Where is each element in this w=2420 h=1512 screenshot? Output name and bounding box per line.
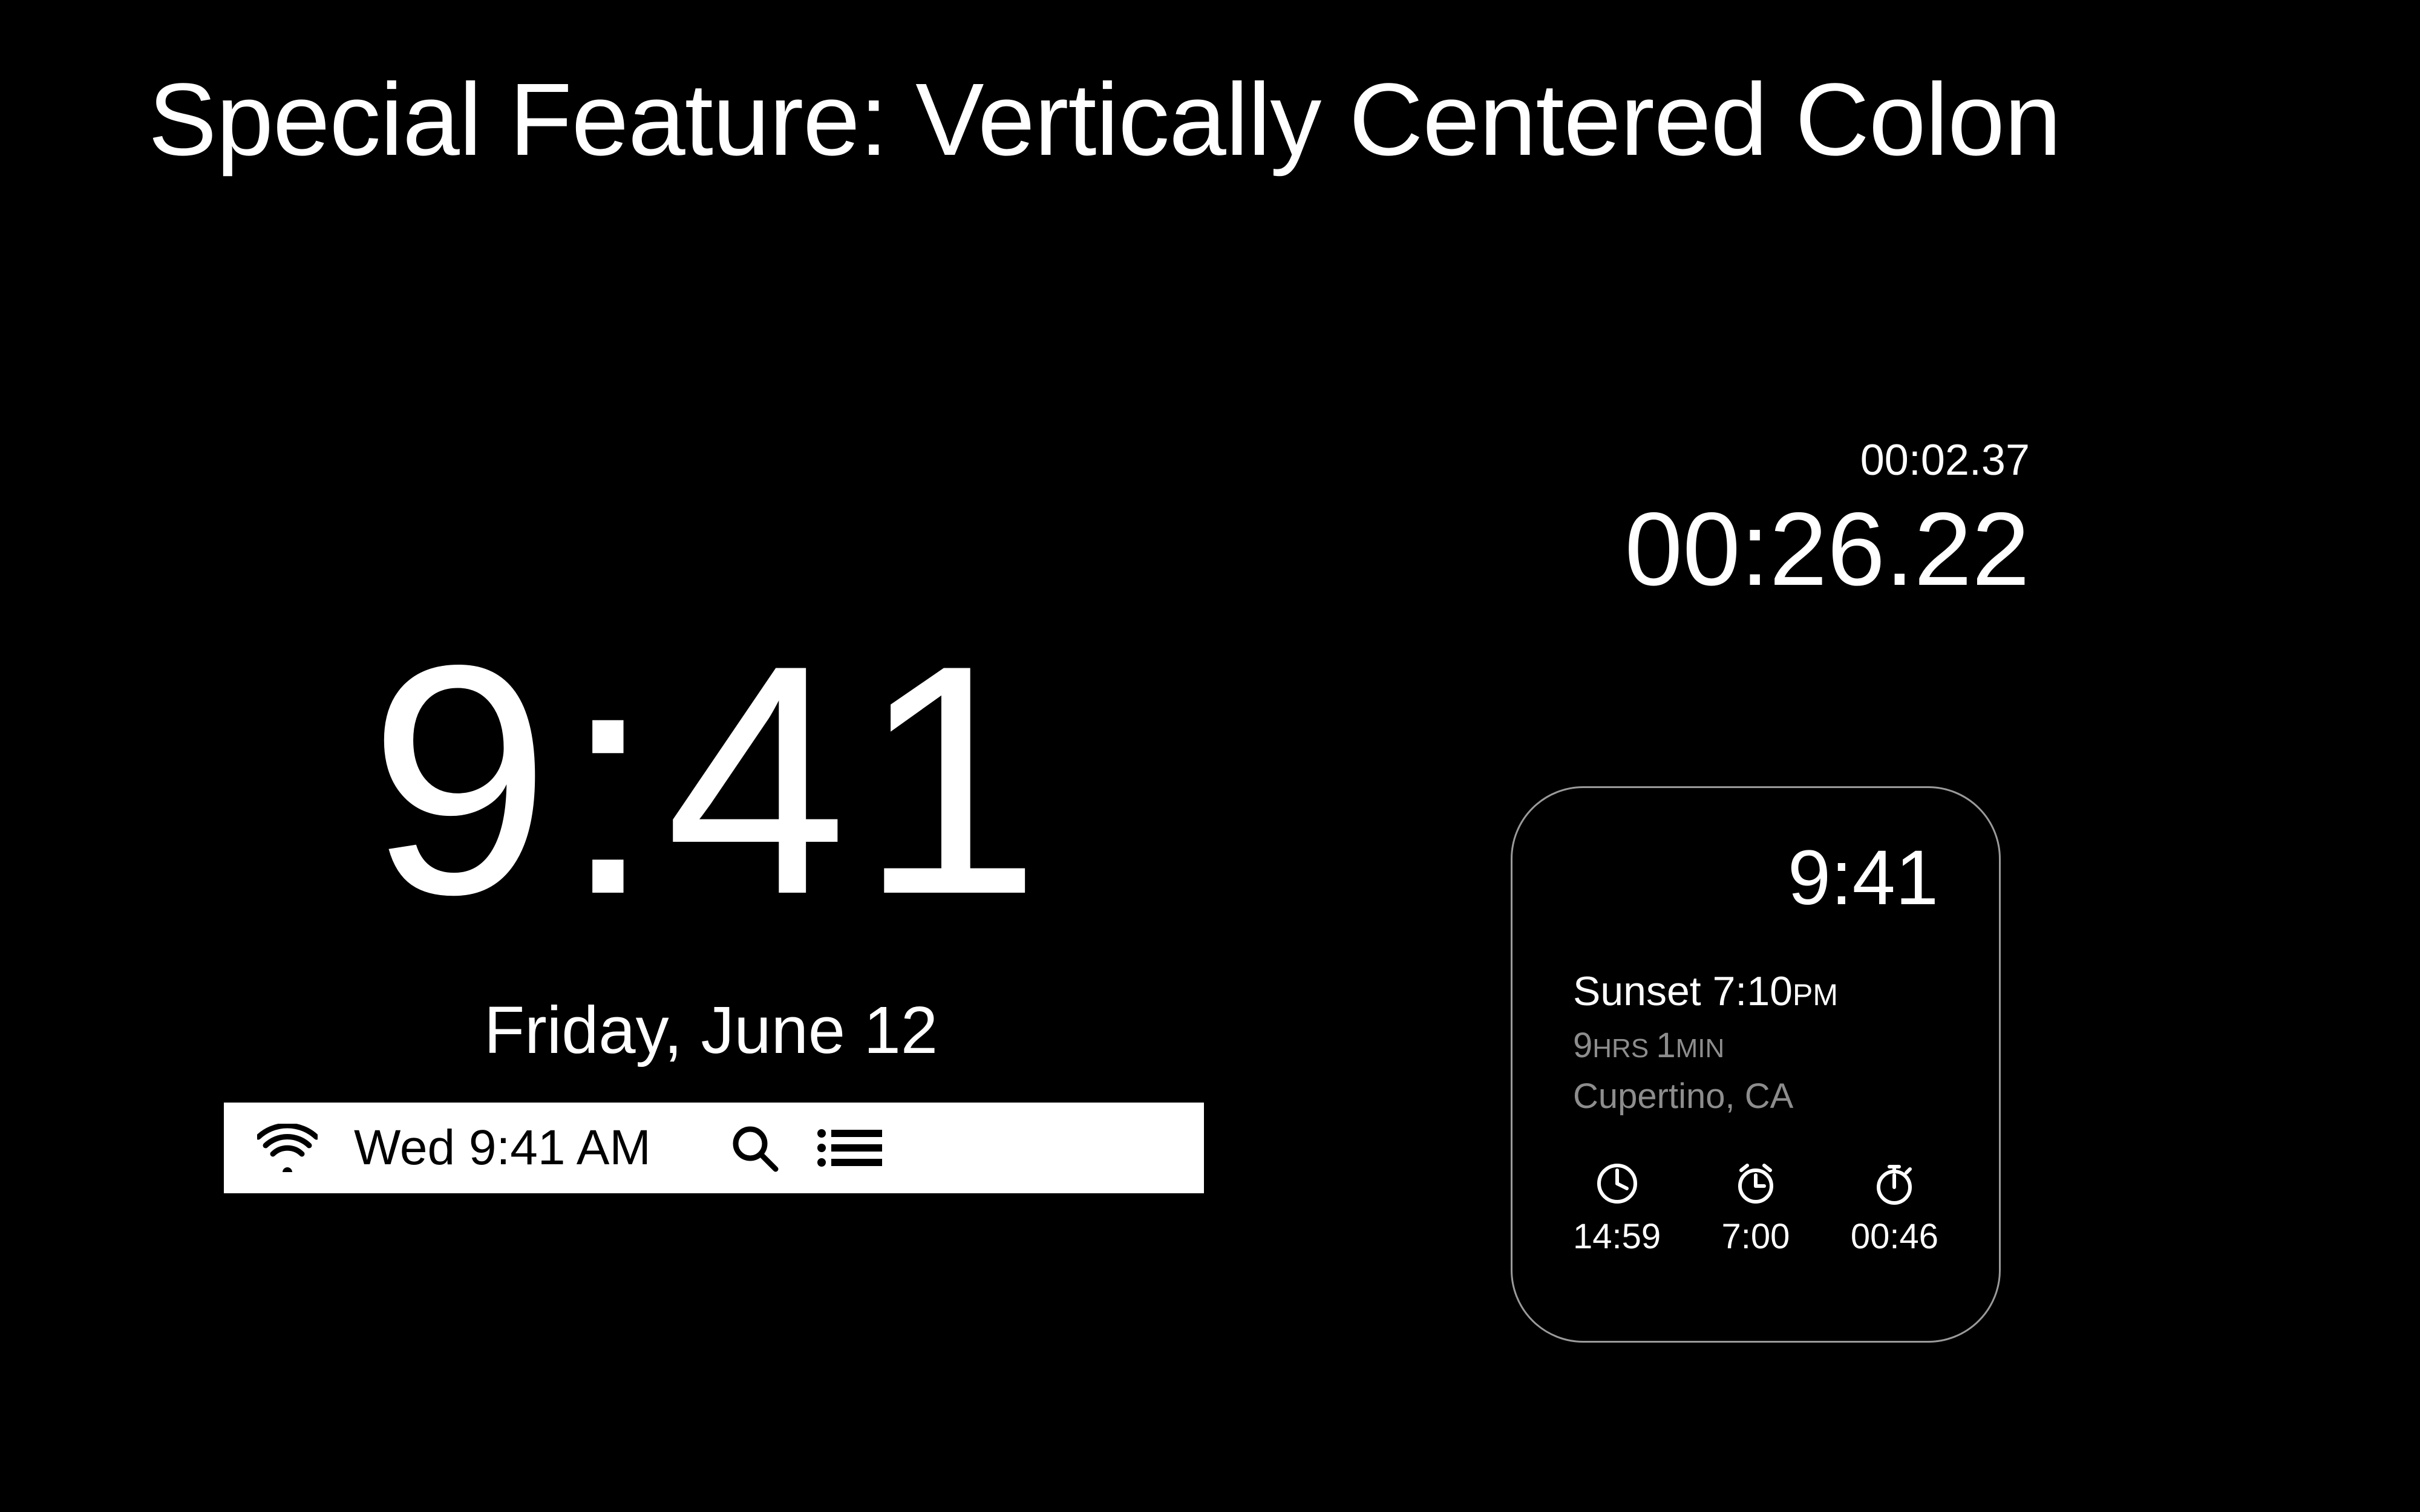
watch-sunset-time: 7:10 [1713,968,1793,1014]
wifi-icon [257,1124,318,1172]
stopwatch-elapsed: 00:26.22 [1467,497,2030,601]
list-icon [816,1126,882,1170]
watch-mins: 1 [1656,1026,1675,1065]
watch-card: 9:41 Sunset 7:10PM 9HRS 1MIN Cupertino, … [1511,786,2001,1343]
watch-time: 9:41 [1573,833,1938,922]
lock-screen-time: 9:41 [369,617,1053,943]
complication-stopwatch: 00:46 [1851,1162,1938,1257]
watch-hours: 9 [1573,1026,1592,1065]
complication-stopwatch-value: 00:46 [1851,1216,1938,1257]
complication-timer: 14:59 [1573,1162,1661,1257]
stopwatch-lap: 00:02.37 [1467,435,2030,485]
watch-hours-unit: HRS [1592,1034,1656,1063]
alarm-icon [1734,1162,1777,1205]
watch-time-remaining: 9HRS 1MIN [1573,1020,1938,1071]
lock-screen-block: 9:41 Friday, June 12 [369,617,1053,1069]
lock-screen-date: Friday, June 12 [369,992,1053,1069]
stopwatch-icon [1872,1162,1916,1205]
page-title: Special Feature: Vertically Centered Col… [148,64,2061,177]
complication-alarm: 7:00 [1715,1162,1796,1257]
menu-bar-time: Wed 9:41 AM [354,1119,651,1176]
watch-sunset-ampm: PM [1793,978,1838,1012]
stopwatch-block: 00:02.37 00:26.22 [1467,435,2030,601]
watch-complications: 14:59 7:00 [1573,1162,1938,1257]
timer-icon [1595,1162,1639,1205]
watch-sunset: Sunset 7:10PM [1573,965,1938,1018]
watch-mins-unit: MIN [1676,1034,1725,1063]
complication-alarm-value: 7:00 [1715,1216,1796,1257]
watch-location: Cupertino, CA [1573,1071,1938,1122]
menu-bar: Wed 9:41 AM [224,1103,1204,1193]
search-icon [730,1123,779,1173]
complication-timer-value: 14:59 [1573,1216,1661,1257]
watch-sunset-label: Sunset [1573,968,1713,1014]
